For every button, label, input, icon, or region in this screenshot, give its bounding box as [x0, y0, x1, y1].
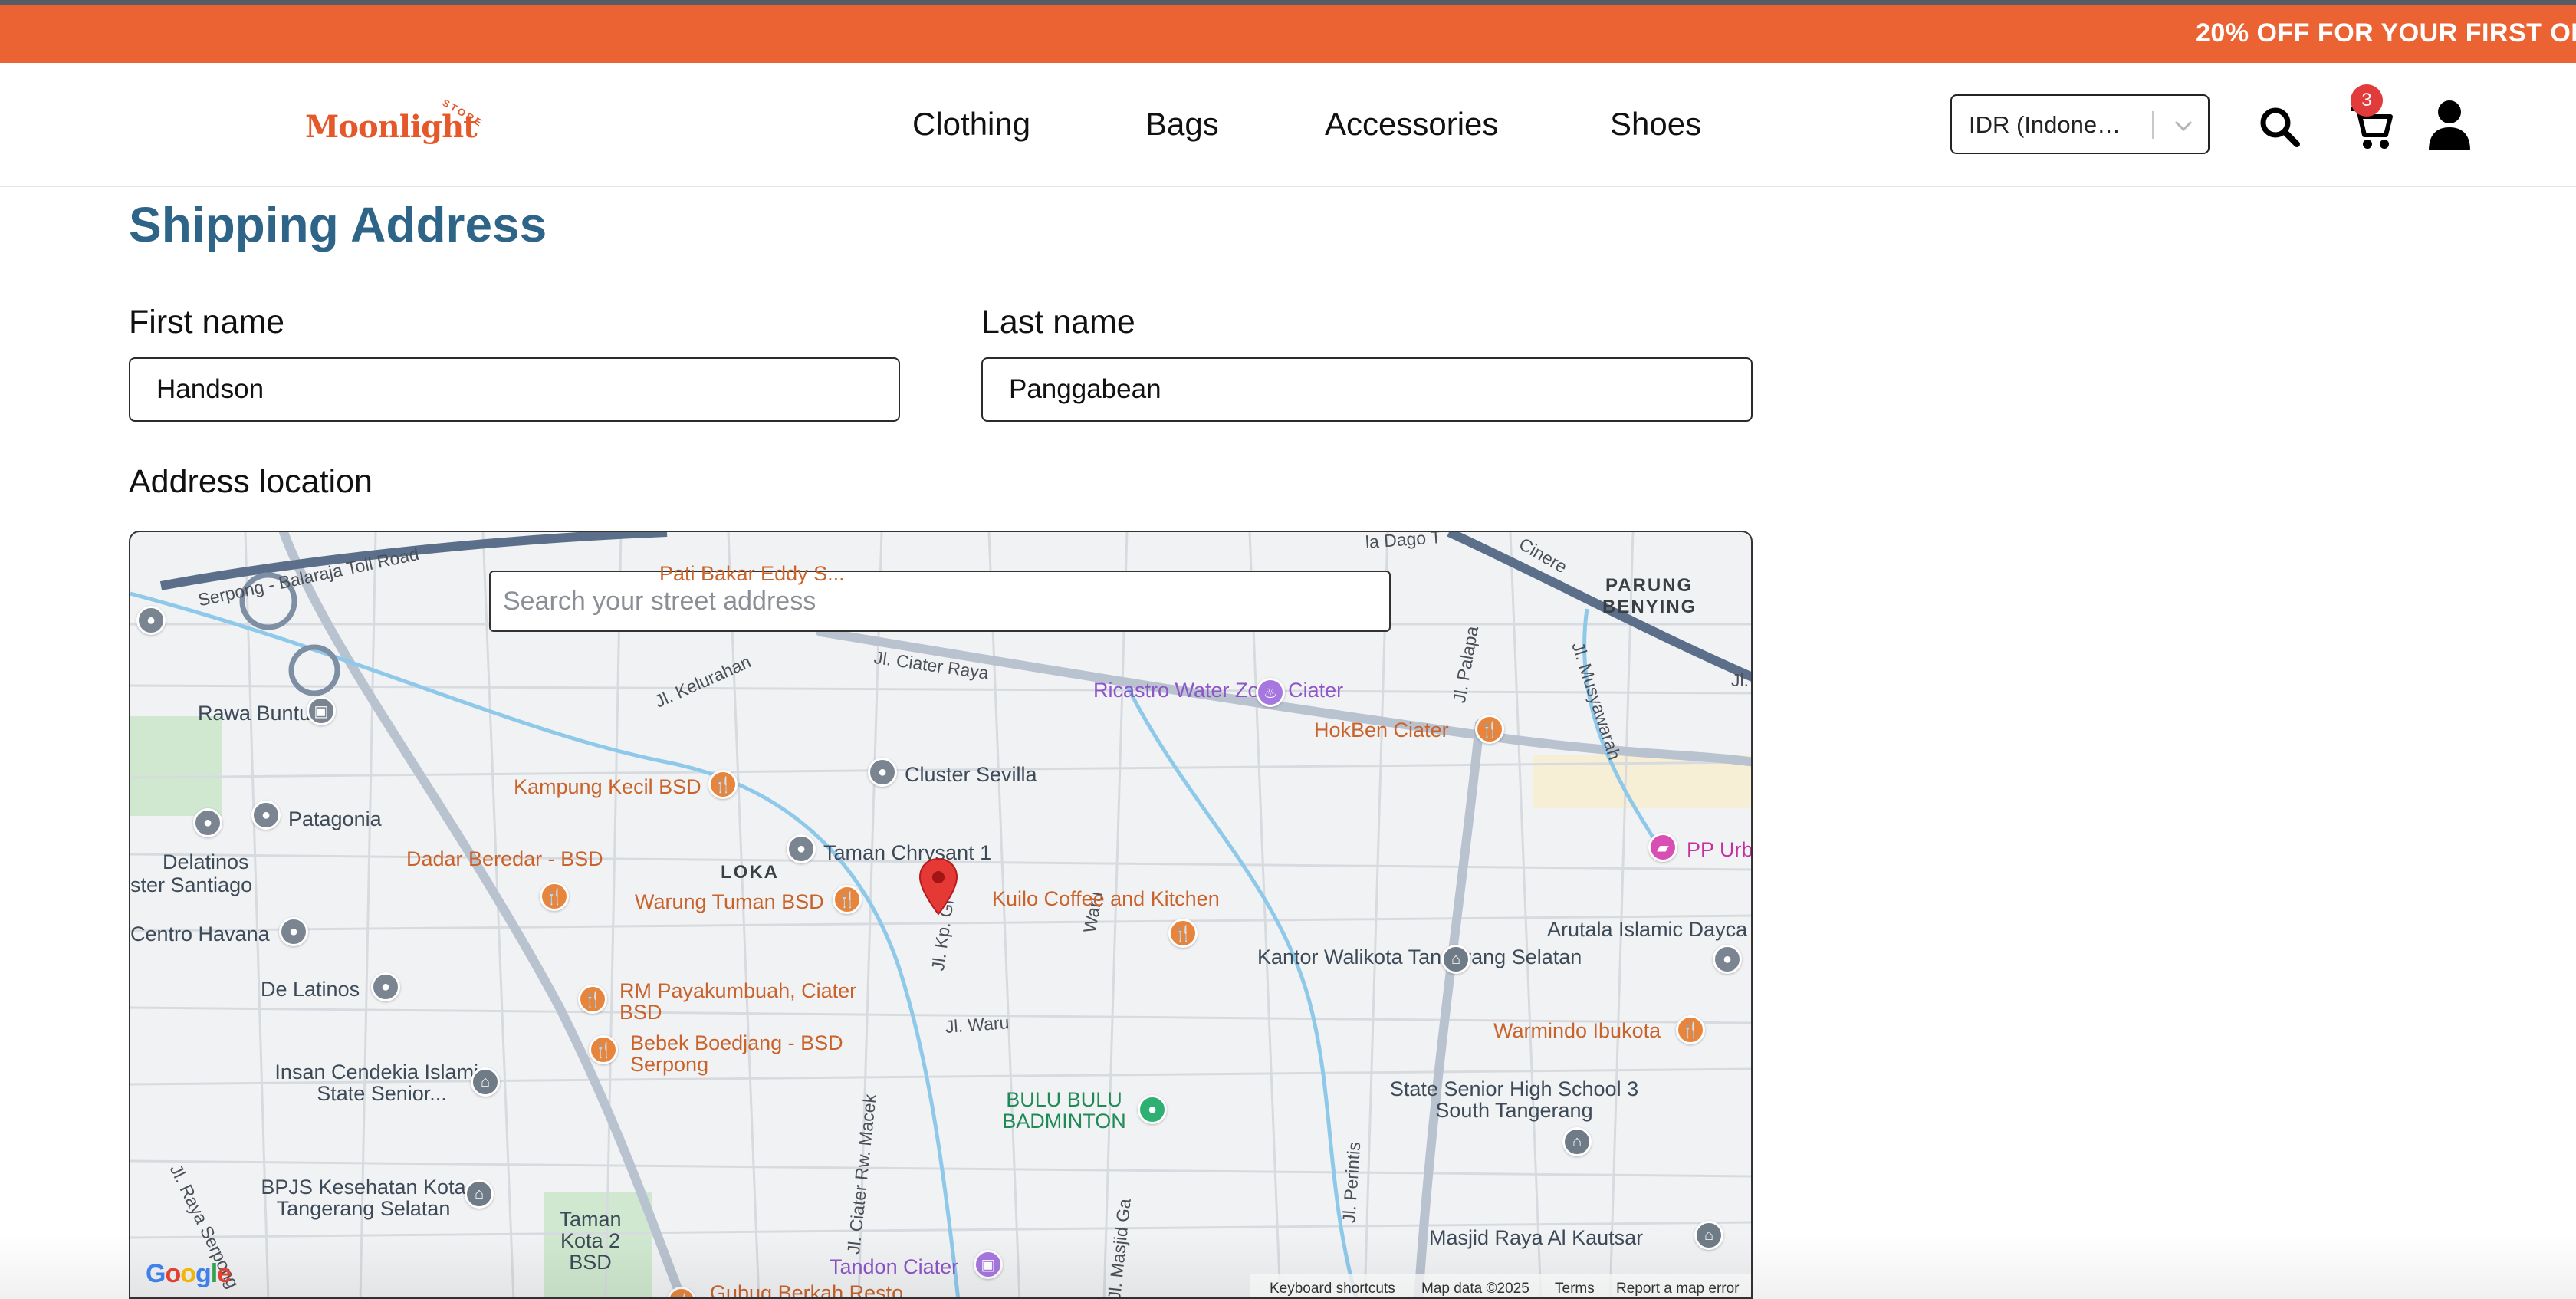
nav-clothing[interactable]: Clothing	[912, 106, 1030, 143]
road-label-jl: Jl.	[1731, 670, 1749, 690]
restaurant-icon[interactable]: 🍴	[1676, 1015, 1705, 1044]
place-pin[interactable]: ●	[136, 606, 166, 635]
place-label[interactable]: HokBen Ciater	[1314, 719, 1449, 741]
place-label[interactable]: ster Santiago	[130, 874, 252, 896]
place-label[interactable]: Kuilo Coffee and Kitchen	[992, 888, 1220, 909]
cart-count-badge: 3	[2351, 84, 2383, 117]
restaurant-icon[interactable]: 🍴	[1168, 919, 1198, 948]
place-label[interactable]: Bebek Boedjang - BSD Serpong	[630, 1032, 860, 1075]
restaurant-icon[interactable]: 🍴	[589, 1035, 618, 1064]
restaurant-icon[interactable]: 🍴	[708, 770, 738, 799]
currency-separator	[2152, 111, 2154, 139]
restaurant-icon[interactable]: 🍴	[540, 882, 569, 911]
sports-icon[interactable]: ●	[1138, 1095, 1167, 1124]
place-label[interactable]: Warung Tuman BSD	[635, 891, 824, 913]
transit-icon[interactable]: ▣	[307, 696, 336, 725]
place-label[interactable]: Gubug Berkah Resto	[710, 1282, 903, 1297]
place-label[interactable]: Pati Bakar Eddy S...	[659, 563, 845, 584]
page-title: Shipping Address	[129, 197, 547, 252]
place-label[interactable]: De Latinos	[261, 978, 360, 1000]
promo-text: 20% OFF FOR YOUR FIRST ORDER	[2196, 18, 2576, 48]
place-label[interactable]: Kantor Walikota Tangerang Selatan	[1257, 946, 1582, 968]
keyboard-shortcuts-link[interactable]: Keyboard shortcuts	[1270, 1281, 1395, 1297]
brand-logo[interactable]: Moonlight	[305, 109, 478, 145]
area-benying: BENYING	[1602, 597, 1697, 617]
google-logo: Google	[146, 1259, 232, 1288]
place-label[interactable]: State Senior High School 3 South Tangera…	[1372, 1078, 1656, 1121]
restaurant-icon[interactable]: 🍴	[833, 885, 862, 914]
place-pin[interactable]: ●	[868, 758, 897, 787]
water-park-icon[interactable]: ♨	[1256, 678, 1285, 707]
nav-bags[interactable]: Bags	[1145, 106, 1219, 143]
place-pin[interactable]: ●	[787, 834, 816, 863]
government-icon[interactable]: ⌂	[1441, 945, 1470, 974]
place-pin[interactable]: ●	[193, 808, 222, 837]
place-pin[interactable]: ●	[1713, 945, 1742, 974]
place-label[interactable]: Cluster Sevilla	[905, 764, 1037, 785]
place-pin[interactable]: ●	[251, 801, 281, 830]
hotel-icon[interactable]: ▰	[1648, 833, 1677, 862]
place-label[interactable]: Insan Cendekia Islamic State Senior...	[259, 1061, 504, 1104]
government-icon[interactable]: ⌂	[465, 1179, 494, 1209]
place-label[interactable]: RM Payakumbuah, Ciater BSD	[619, 980, 872, 1023]
place-label[interactable]: PP Urb	[1687, 839, 1751, 860]
place-label[interactable]: Masjid Raya Al Kautsar	[1429, 1227, 1643, 1248]
mosque-icon[interactable]: ⌂	[1694, 1221, 1723, 1250]
area-loka: LOKA	[721, 862, 779, 883]
area-parung: PARUNG	[1605, 575, 1694, 596]
place-label[interactable]: Delatinos	[163, 851, 249, 873]
nav-accessories[interactable]: Accessories	[1325, 106, 1498, 143]
address-location-label: Address location	[129, 463, 373, 500]
place-label[interactable]: Taman Kota 2 BSD	[537, 1209, 644, 1273]
nav-shoes[interactable]: Shoes	[1610, 106, 1701, 143]
place-label[interactable]: Patagonia	[288, 808, 382, 830]
place-label[interactable]: BPJS Kesehatan Kota Tangerang Selatan	[248, 1176, 478, 1219]
place-pin[interactable]: ●	[371, 972, 400, 1001]
place-label[interactable]: Rawa Buntu	[198, 702, 310, 724]
place-label[interactable]: Dadar Beredar - BSD	[406, 848, 603, 870]
place-label[interactable]: Arutala Islamic Dayca	[1547, 919, 1747, 940]
place-label[interactable]: Ricastro Water Zone Ciater	[1093, 679, 1343, 701]
selected-location-marker[interactable]	[918, 857, 958, 916]
last-name-label: Last name	[981, 304, 1135, 340]
last-name-input[interactable]	[981, 357, 1753, 422]
chevron-down-icon	[2174, 120, 2193, 132]
place-label[interactable]: Tandon Ciater	[830, 1256, 958, 1278]
place-label[interactable]: Taman Chrysant 1	[823, 842, 991, 863]
address-map[interactable]: Serpong - Balaraja Toll Road Jl. Ciater …	[129, 531, 1753, 1299]
currency-value: IDR (Indone…	[1969, 111, 2121, 138]
map-search-input[interactable]	[489, 571, 1391, 632]
place-pin[interactable]: ●	[279, 917, 308, 946]
report-map-error-link[interactable]: Report a map error	[1616, 1281, 1740, 1297]
currency-select[interactable]: IDR (Indone…	[1950, 94, 2210, 154]
map-data-text: Map data ©2025	[1421, 1281, 1530, 1297]
terms-link[interactable]: Terms	[1555, 1281, 1595, 1297]
user-icon[interactable]	[2426, 98, 2473, 152]
place-label[interactable]: Warmindo Ibukota	[1493, 1020, 1661, 1041]
school-icon[interactable]: ⌂	[471, 1067, 500, 1097]
first-name-label: First name	[129, 304, 285, 340]
first-name-input[interactable]	[129, 357, 900, 422]
place-label[interactable]: Centro Havana	[130, 923, 270, 945]
water-tower-icon[interactable]: ▣	[974, 1250, 1003, 1279]
restaurant-icon[interactable]: 🍴	[578, 985, 607, 1014]
site-header: Moonlight STORE Clothing Bags Accessorie…	[0, 63, 2576, 187]
search-icon[interactable]	[2259, 106, 2302, 149]
place-label[interactable]: Kampung Kecil BSD	[514, 776, 702, 797]
promo-banner: 20% OFF FOR YOUR FIRST ORDER	[0, 5, 2576, 63]
restaurant-icon[interactable]: 🍴	[1475, 715, 1504, 744]
place-label[interactable]: BULU BULU BADMINTON	[995, 1089, 1133, 1132]
school-icon[interactable]: ⌂	[1562, 1127, 1592, 1156]
